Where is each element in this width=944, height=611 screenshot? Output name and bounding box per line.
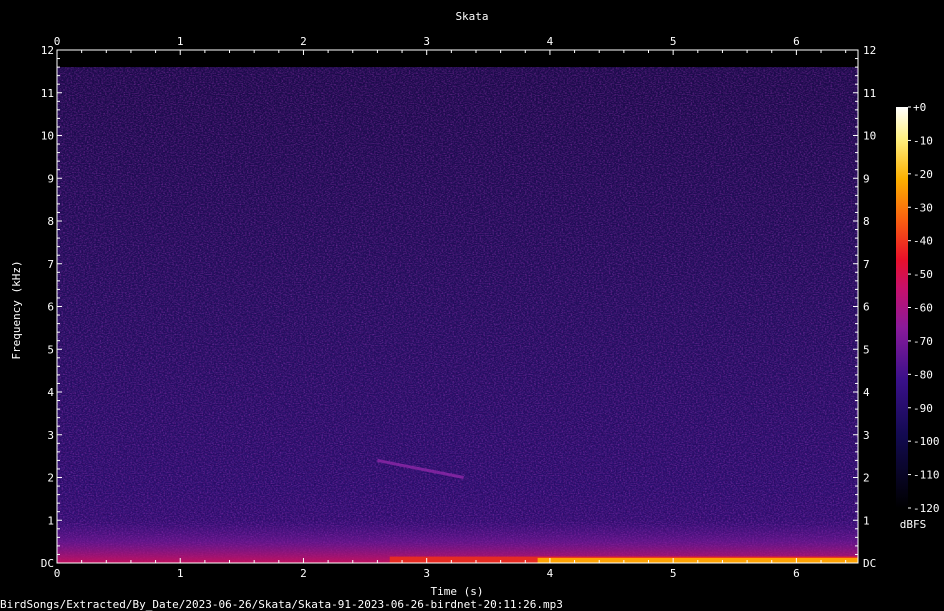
y-tick-label-right: 3 [863, 429, 870, 442]
x-axis-label: Time (s) [431, 585, 484, 598]
y-tick-label-right: 6 [863, 301, 870, 314]
y-tick-label-left: 8 [47, 215, 54, 228]
x-tick-label-bottom: 3 [423, 567, 430, 580]
x-tick-label-bottom: 0 [54, 567, 61, 580]
y-tick-label-left: 10 [41, 130, 54, 143]
colorbar-tick-label: -100 [913, 435, 940, 448]
x-tick-label-top: 5 [670, 35, 677, 48]
x-tick-label-bottom: 6 [793, 567, 800, 580]
colorbar-tick-label: -10 [913, 134, 933, 147]
y-tick-label-left: 4 [47, 386, 54, 399]
file-path: BirdSongs/Extracted/By_Date/2023-06-26/S… [0, 598, 563, 611]
x-tick-label-bottom: 4 [547, 567, 554, 580]
y-tick-label-right: 10 [863, 130, 876, 143]
plot-area [56, 49, 859, 564]
colorbar-tick-label: -20 [913, 168, 933, 181]
y-tick-label-left: 3 [47, 429, 54, 442]
y-tick-label-left: 11 [41, 87, 54, 100]
y-tick-label-right: 9 [863, 172, 870, 185]
colorbar-tick-label: -110 [913, 469, 940, 482]
colorbar-tick-label: -80 [913, 368, 933, 381]
colorbar-tick-label: -40 [913, 235, 933, 248]
y-tick-label-left: 12 [41, 44, 54, 57]
y-tick-label-right: 4 [863, 386, 870, 399]
x-tick-label-bottom: 2 [300, 567, 307, 580]
y-tick-label-right: 1 [863, 514, 870, 527]
x-tick-label-top: 0 [54, 35, 61, 48]
y-axis-label: Frequency (kHz) [10, 260, 23, 359]
x-tick-label-top: 3 [423, 35, 430, 48]
y-tick-label-left: DC [41, 557, 54, 570]
x-tick-label-bottom: 1 [177, 567, 184, 580]
y-tick-label-right: 8 [863, 215, 870, 228]
colorbar-tick-label: -70 [913, 335, 933, 348]
colorbar-tick-label: -30 [913, 201, 933, 214]
y-tick-label-left: 1 [47, 514, 54, 527]
y-tick-label-right: DC [863, 557, 876, 570]
y-tick-label-left: 7 [47, 258, 54, 271]
y-tick-label-left: 6 [47, 301, 54, 314]
colorbar-label: dBFS [900, 518, 927, 531]
y-tick-label-right: 2 [863, 472, 870, 485]
y-tick-label-left: 2 [47, 472, 54, 485]
colorbar: +0 -10 -20 -30 -40 -50 -60 -70 -80 -90 -100 -110 -12… [896, 101, 940, 515]
y-tick-label-left: 5 [47, 343, 54, 356]
y-tick-label-right: 5 [863, 343, 870, 356]
colorbar-tick-label: -120 [913, 502, 940, 515]
x-tick-label-bottom: 5 [670, 567, 677, 580]
colorbar-tick-label: -90 [913, 402, 933, 415]
spectrogram-dark-noise [57, 67, 858, 563]
x-tick-label-top: 1 [177, 35, 184, 48]
spectrogram-chart: 00112233445566DC DC1 12 23 34 45 56 67 78 89 910 10… [0, 10, 940, 611]
x-tick-label-top: 2 [300, 35, 307, 48]
colorbar-gradient [896, 107, 908, 508]
y-tick-label-right: 12 [863, 44, 876, 57]
chart-title: Skata [455, 10, 488, 23]
colorbar-tick-label: +0 [913, 101, 926, 114]
y-tick-label-left: 9 [47, 172, 54, 185]
y-tick-label-right: 11 [863, 87, 876, 100]
colorbar-tick-label: -50 [913, 268, 933, 281]
x-tick-label-top: 4 [547, 35, 554, 48]
colorbar-tick-label: -60 [913, 302, 933, 315]
x-tick-label-top: 6 [793, 35, 800, 48]
y-tick-label-right: 7 [863, 258, 870, 271]
